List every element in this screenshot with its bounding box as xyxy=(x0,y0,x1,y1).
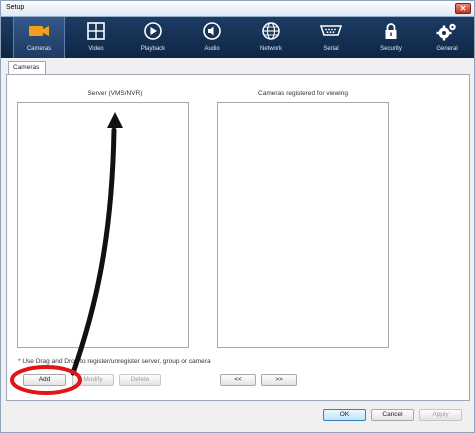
title-bar: Setup ✕ xyxy=(1,1,474,17)
toolbar-item-cameras[interactable]: Cameras xyxy=(13,17,65,58)
server-list-title: Server (VMS/NVR) xyxy=(87,90,143,97)
move-left-button[interactable]: << xyxy=(220,374,256,386)
drag-drop-note: * Use Drag and Drop to register/unregist… xyxy=(18,358,211,365)
toolbar-item-network[interactable]: Network xyxy=(245,17,297,58)
toolbar-label: Security xyxy=(380,46,402,52)
video-grid-icon xyxy=(70,21,122,43)
registered-camera-list[interactable] xyxy=(217,102,389,348)
toolbar-item-audio[interactable]: Audio xyxy=(186,17,238,58)
toolbar-item-video[interactable]: Video xyxy=(70,17,122,58)
registered-list-title: Cameras registered for viewing xyxy=(258,90,348,97)
toolbar-label: Playback xyxy=(140,46,166,52)
cancel-button[interactable]: Cancel xyxy=(371,409,414,421)
toolbar-item-security[interactable]: Security xyxy=(365,17,417,58)
network-globe-icon xyxy=(245,21,297,43)
tab-cameras[interactable]: Cameras xyxy=(8,61,46,75)
toolbar-item-serial[interactable]: Serial xyxy=(305,17,357,58)
gears-icon xyxy=(421,21,473,43)
cameras-panel: Server (VMS/NVR) Cameras registered for … xyxy=(6,74,470,401)
serial-port-icon xyxy=(305,21,357,43)
server-list[interactable] xyxy=(17,102,189,348)
ok-button[interactable]: OK xyxy=(323,409,366,421)
modify-button[interactable]: Modify xyxy=(72,374,114,386)
move-right-button[interactable]: >> xyxy=(261,374,297,386)
add-button[interactable]: Add xyxy=(23,374,66,386)
audio-icon xyxy=(186,21,238,43)
close-button[interactable]: ✕ xyxy=(455,3,471,14)
toolbar-item-playback[interactable]: Playback xyxy=(127,17,179,58)
toolbar-item-general[interactable]: General xyxy=(421,17,473,58)
dialog-button-bar: OK Cancel Apply xyxy=(1,403,474,432)
toolbar-label: Cameras xyxy=(26,46,52,52)
toolbar-label: Video xyxy=(88,46,104,52)
camera-icon xyxy=(14,21,64,43)
playback-icon xyxy=(127,21,179,43)
padlock-icon xyxy=(365,21,417,43)
toolbar-label: Network xyxy=(259,46,282,52)
window-title: Setup xyxy=(6,4,25,11)
toolbar-label: General xyxy=(436,46,458,52)
apply-button[interactable]: Apply xyxy=(419,409,462,421)
setup-window: Setup ✕ Cameras Video Playback Audio Net… xyxy=(0,0,475,433)
toolbar-label: Audio xyxy=(204,46,220,52)
delete-button[interactable]: Delete xyxy=(119,374,161,386)
category-toolbar: Cameras Video Playback Audio Network Ser… xyxy=(1,17,474,58)
toolbar-label: Serial xyxy=(323,46,339,52)
